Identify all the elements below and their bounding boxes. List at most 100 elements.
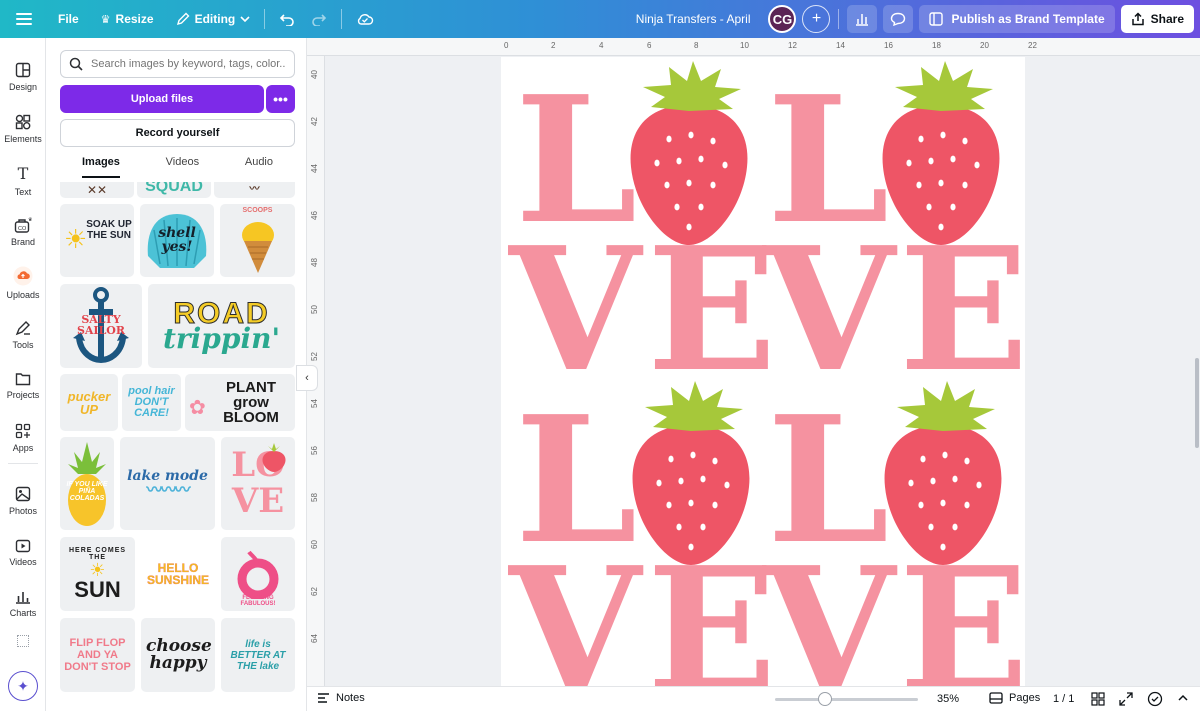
expand-icon — [1119, 692, 1133, 706]
top-toolbar: File ♛ Resize Editing Ninja Transfers - … — [0, 0, 1200, 38]
ruler-tick-label: 42 — [309, 117, 319, 126]
uploads-icon — [13, 266, 33, 286]
thumb-text: PLANT grow BLOOM — [223, 379, 279, 426]
share-button[interactable]: Share — [1120, 5, 1194, 33]
editing-label: Editing — [194, 12, 236, 26]
more-bottom-button[interactable] — [1177, 693, 1189, 706]
upload-thumbnail[interactable]: ✿ PLANT grow BLOOM — [185, 374, 295, 431]
upload-thumbnail[interactable]: pool hair DON'T CARE! — [122, 374, 181, 431]
tab-videos[interactable]: Videos — [166, 156, 199, 178]
fullscreen-button[interactable] — [1119, 692, 1133, 709]
search-box[interactable] — [60, 50, 295, 78]
upload-thumbnail[interactable]: FLOCKING FABULOUS! — [221, 537, 295, 611]
undo-button[interactable] — [271, 5, 303, 33]
notes-button[interactable]: Notes — [317, 692, 365, 704]
sun-icon: ☀ — [64, 224, 88, 254]
elements-icon — [15, 114, 31, 130]
tab-images[interactable]: Images — [82, 156, 120, 178]
flower-icon: ✿ — [189, 397, 206, 419]
thumb-text: pucker UP — [67, 388, 111, 417]
bottom-status-bar: Notes 35% Pages 1 / 1 — [307, 686, 1200, 711]
rail-item-videos[interactable]: Videos — [0, 528, 46, 578]
zoom-level[interactable]: 35% — [937, 693, 959, 705]
comments-button[interactable] — [883, 5, 914, 33]
ruler-tick-label: 6 — [647, 41, 652, 50]
upload-thumbnail[interactable]: ☀ SOAK UP THE SUN — [60, 204, 134, 277]
more-options-button[interactable]: ••• — [266, 85, 295, 113]
brush-strokes-graphic: 〰 — [249, 184, 260, 195]
redo-button[interactable] — [303, 5, 335, 33]
rail-item-tools[interactable]: Tools — [0, 310, 46, 360]
upload-thumbnail[interactable]: HELLO SUNSHINE — [141, 537, 215, 611]
file-menu-button[interactable]: File — [50, 5, 87, 33]
videos-icon — [15, 539, 31, 553]
letter-e: E — [899, 210, 1025, 410]
svg-text:CO: CO — [18, 226, 27, 232]
cloud-save-status[interactable] — [348, 5, 382, 33]
rail-label: Text — [14, 186, 32, 197]
upload-thumbnail[interactable]: LO VE — [221, 437, 295, 530]
record-yourself-button[interactable]: Record yourself — [60, 119, 295, 147]
zoom-slider-handle[interactable] — [818, 692, 832, 706]
rail-item-uploads[interactable]: Uploads — [0, 258, 46, 308]
rail-item-text[interactable]: T Text — [0, 155, 46, 205]
left-nav-rail: Design Elements T Text CO ♛ Brand Uploads… — [0, 38, 46, 711]
document-title[interactable]: Ninja Transfers - April — [636, 12, 751, 26]
upload-thumbnail[interactable]: IF YOU LIKE PIÑA COLADAS — [60, 437, 114, 530]
upload-thumbnail[interactable]: ROAD trippin' — [148, 284, 295, 368]
rail-item-charts[interactable]: Charts — [0, 579, 46, 629]
grid-view-button[interactable] — [1091, 692, 1105, 709]
upload-thumbnail[interactable]: 〰 — [214, 182, 295, 198]
insights-button[interactable] — [847, 5, 878, 33]
chevron-left-icon: ‹ — [305, 372, 309, 384]
rail-item-projects[interactable]: Projects — [0, 361, 46, 411]
avatar[interactable]: CG — [768, 5, 797, 33]
upload-thumbnail[interactable]: pucker UP — [60, 374, 118, 431]
letter-v: V — [762, 530, 898, 686]
upload-thumbnail[interactable]: shell yes! — [140, 204, 214, 277]
zoom-slider[interactable] — [775, 692, 918, 706]
ruler-tick-label: 50 — [309, 305, 319, 314]
resize-button[interactable]: ♛ Resize — [93, 5, 162, 33]
rail-item-design[interactable]: Design — [0, 52, 46, 102]
tab-audio[interactable]: Audio — [245, 156, 273, 178]
help-button[interactable] — [1147, 691, 1163, 710]
upload-thumbnail[interactable]: choose happy — [141, 618, 215, 692]
template-icon — [929, 12, 944, 26]
rail-item-brand[interactable]: CO ♛ Brand — [0, 207, 46, 257]
check-circle-icon — [1147, 691, 1163, 707]
upload-thumbnail[interactable]: HERE COMES THE ☀ SUN — [60, 537, 135, 611]
ruler-tick-label: 4 — [599, 41, 604, 50]
menu-button[interactable] — [8, 5, 40, 33]
toolbar-divider — [264, 9, 266, 29]
search-input[interactable] — [91, 58, 286, 70]
collapse-panel-button[interactable]: ‹ — [296, 365, 318, 391]
thumb-text: trippin' — [162, 322, 281, 355]
grid-icon — [1091, 692, 1105, 706]
upload-thumbnail[interactable]: SALTY SAILOR — [60, 284, 142, 368]
rail-item-elements[interactable]: Elements — [0, 104, 46, 154]
rail-item-photos[interactable]: Photos — [0, 476, 46, 526]
upload-thumbnail[interactable]: SCOOPS — [220, 204, 295, 277]
pages-label: Pages — [1009, 692, 1041, 704]
love-strawberry-design: L L V E V E L L V E V E — [508, 59, 1025, 686]
upload-thumbnail[interactable]: life is BETTER AT THE lake — [221, 618, 295, 692]
upload-thumbnail[interactable]: ✕✕ — [60, 182, 134, 198]
add-collaborator-button[interactable]: + — [802, 5, 831, 33]
upload-thumbnail[interactable]: FLIP FLOP AND YA DON'T STOP — [60, 618, 135, 692]
canvas-workspace[interactable]: 0 2 4 6 8 10 12 14 16 18 20 22 40 42 44 … — [307, 38, 1200, 686]
upload-thumbnail[interactable]: lake mode 〰〰〰 — [120, 437, 215, 530]
design-page[interactable]: L L V E V E L L V E V E — [501, 57, 1025, 686]
vertical-scrollbar[interactable] — [1195, 358, 1199, 448]
upload-thumbnail[interactable]: SQUAD — [137, 182, 211, 198]
rail-label: Projects — [6, 390, 40, 400]
magic-assistant-button[interactable]: ✦ — [8, 671, 38, 701]
upload-files-button[interactable]: Upload files — [60, 85, 264, 113]
publish-brand-template-button[interactable]: Publish as Brand Template — [919, 5, 1115, 33]
thumb-text: HERE COMES THE — [68, 547, 127, 561]
rail-item-apps[interactable]: Apps — [0, 413, 46, 463]
editing-mode-button[interactable]: Editing — [168, 5, 259, 33]
qr-code-icon[interactable] — [17, 635, 29, 647]
letter-v: V — [508, 530, 644, 686]
pages-button[interactable]: Pages — [989, 692, 1040, 704]
